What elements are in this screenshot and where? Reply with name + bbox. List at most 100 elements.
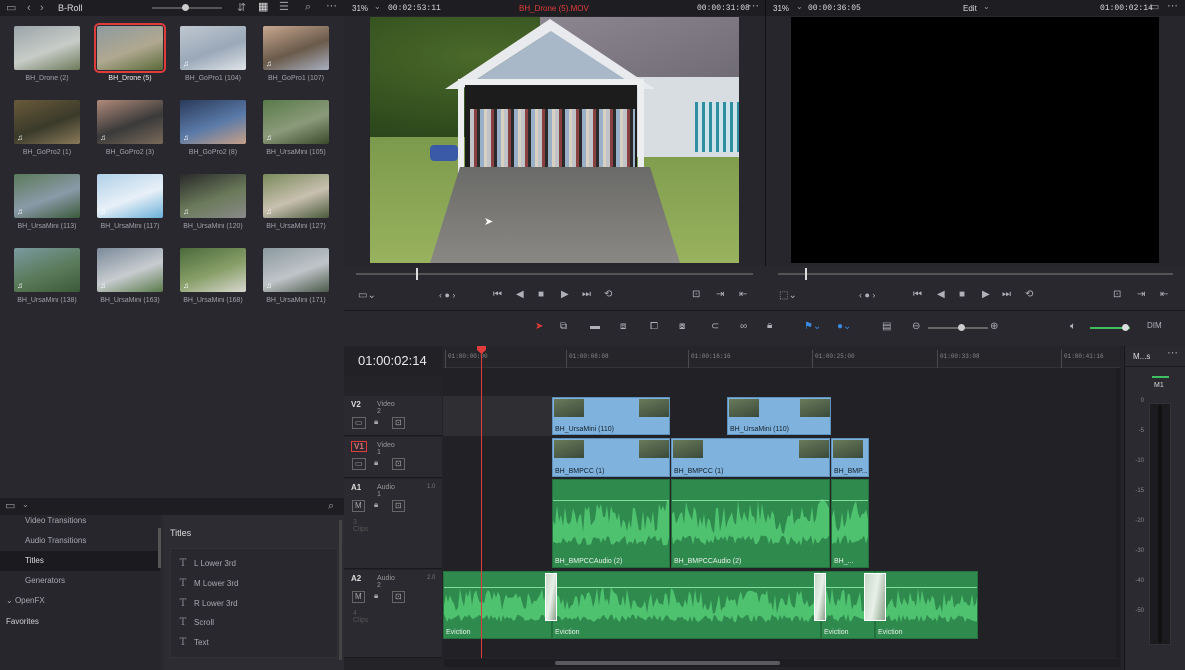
timeline-vscroll[interactable] bbox=[1116, 368, 1120, 658]
chevron-down-icon[interactable]: ⌄ bbox=[983, 3, 990, 11]
fx-generators[interactable]: Generators bbox=[0, 571, 160, 591]
audio-transition[interactable] bbox=[864, 573, 886, 621]
clip-thumbnail[interactable]: ♫ bbox=[263, 26, 329, 70]
dim-icon[interactable]: DIM bbox=[1147, 321, 1162, 330]
blade-tool-icon[interactable]: ▬ bbox=[590, 321, 600, 332]
mixer-fader-track[interactable] bbox=[1158, 405, 1162, 643]
favorites-header[interactable]: Favorites bbox=[6, 617, 39, 626]
play-reverse-icon[interactable]: ◀ bbox=[516, 289, 524, 300]
mark-in-icon[interactable]: ⇥ bbox=[716, 289, 724, 300]
title-r-lower-3rd[interactable]: T R Lower 3rd bbox=[172, 594, 336, 614]
zoom-in-icon[interactable]: ⊕ bbox=[990, 321, 998, 332]
loop-icon[interactable]: ⟲ bbox=[604, 289, 612, 300]
volume-icon[interactable]: 🔈︎ bbox=[1070, 321, 1076, 332]
track-id[interactable]: V1 bbox=[351, 441, 367, 452]
title-l-lower-3rd[interactable]: T L Lower 3rd bbox=[172, 554, 336, 574]
grid-view-icon[interactable]: ▦ bbox=[258, 2, 268, 13]
title-scroll[interactable]: T Scroll bbox=[172, 613, 336, 633]
audio-transition[interactable] bbox=[814, 573, 826, 621]
viewer-options-icon[interactable]: ⬚⌄ bbox=[779, 290, 797, 301]
video-clip[interactable]: BH_BMPCC (1) bbox=[671, 438, 830, 477]
track-enable-icon[interactable]: ⊡ bbox=[392, 458, 405, 470]
back-icon[interactable]: ‹ bbox=[27, 3, 31, 14]
title-m-lower-3rd[interactable]: T M Lower 3rd bbox=[172, 574, 336, 594]
trim-tool-icon[interactable]: ⧉ bbox=[560, 321, 567, 332]
audio-transition[interactable] bbox=[545, 573, 557, 621]
stop-icon[interactable]: ■ bbox=[959, 289, 965, 300]
stop-icon[interactable]: ■ bbox=[538, 289, 544, 300]
track-monitor-icon[interactable]: ▭ bbox=[352, 417, 366, 429]
clip-thumbnail[interactable]: ♫ bbox=[263, 174, 329, 218]
clip-thumbnail[interactable]: ♫ bbox=[14, 174, 80, 218]
slider-knob[interactable] bbox=[182, 4, 189, 11]
mixer-title[interactable]: M...s bbox=[1133, 352, 1150, 361]
track-enable-icon[interactable]: ⊡ bbox=[392, 417, 405, 429]
more-icon[interactable]: ⋯ bbox=[748, 1, 759, 12]
titles-scrollbar[interactable] bbox=[339, 520, 342, 660]
volume-line[interactable] bbox=[444, 586, 551, 588]
replace-clip-icon[interactable]: ⧇ bbox=[679, 321, 685, 332]
skip-forward-icon[interactable]: ⏭ bbox=[1002, 289, 1011, 300]
sort-icon[interactable]: ⇵ bbox=[237, 3, 246, 14]
track-id[interactable]: A2 bbox=[351, 574, 361, 583]
zoom-knob[interactable] bbox=[958, 324, 965, 331]
clip-thumbnail[interactable]: ♫ bbox=[263, 100, 329, 144]
clip-thumbnail[interactable]: ♫ bbox=[14, 248, 80, 292]
skip-back-icon[interactable]: ⏮ bbox=[493, 289, 502, 300]
snapping-icon[interactable]: ⊂ bbox=[711, 321, 719, 332]
timeline-view-icon[interactable]: ▤ bbox=[882, 321, 891, 332]
fx-audio-transitions[interactable]: Audio Transitions bbox=[0, 531, 160, 551]
volume-line[interactable] bbox=[672, 499, 829, 501]
timeline-video-frame[interactable] bbox=[791, 17, 1159, 263]
volume-knob[interactable] bbox=[1122, 324, 1129, 331]
clip-thumbnail[interactable]: ♫ bbox=[97, 174, 163, 218]
fx-video-transitions[interactable]: Video Transitions bbox=[0, 511, 160, 531]
search-icon[interactable]: ⌕ bbox=[328, 501, 334, 512]
openfx-header[interactable]: ⌄ OpenFX bbox=[6, 591, 45, 611]
clip-thumbnail[interactable] bbox=[94, 23, 166, 73]
more-icon[interactable]: ⋯ bbox=[1167, 1, 1178, 12]
clip-thumbnail[interactable]: ♫ bbox=[180, 100, 246, 144]
audio-clip[interactable]: Eviction bbox=[443, 571, 552, 639]
video-clip[interactable]: BH_BMPCC (1) bbox=[552, 438, 670, 477]
source-zoom[interactable]: 31% bbox=[352, 4, 368, 13]
timeline-viewer-mode[interactable]: Edit bbox=[963, 4, 977, 13]
play-reverse-icon[interactable]: ◀ bbox=[937, 289, 945, 300]
source-scrub-head[interactable] bbox=[416, 268, 418, 280]
search-icon[interactable]: ⌕ bbox=[305, 2, 311, 13]
play-icon[interactable]: ▶ bbox=[561, 289, 569, 300]
clip-thumbnail[interactable] bbox=[14, 26, 80, 70]
track-id[interactable]: V2 bbox=[351, 400, 361, 409]
marker-icon[interactable]: ●⌄ bbox=[837, 321, 851, 332]
mark-out-icon[interactable]: ⇤ bbox=[1160, 289, 1168, 300]
timeline-viewer-zoom[interactable]: 31% bbox=[773, 4, 789, 13]
timeline-scrub-head[interactable] bbox=[805, 268, 807, 280]
audio-clip[interactable]: BH_BMPCCAudio (2) bbox=[552, 479, 670, 568]
track-id[interactable]: A1 bbox=[351, 483, 361, 492]
clip-thumbnail[interactable]: ♫ bbox=[180, 26, 246, 70]
chevron-down-icon[interactable]: ⌄ bbox=[22, 501, 29, 509]
source-video-frame[interactable]: ➤ bbox=[370, 17, 739, 263]
insert-clip-icon[interactable]: ⧈ bbox=[620, 321, 626, 332]
track-enable-icon[interactable]: ⊡ bbox=[392, 500, 405, 512]
forward-icon[interactable]: › bbox=[40, 3, 44, 14]
track-lock-icon[interactable]: 🔒︎ bbox=[372, 500, 380, 510]
fx-titles[interactable]: Titles bbox=[0, 551, 160, 571]
volume-line[interactable] bbox=[553, 499, 669, 501]
jog-icon[interactable]: ‹ ● › bbox=[439, 290, 455, 300]
panel-toggle-icon[interactable]: ▭ bbox=[6, 3, 16, 14]
match-frame-icon[interactable]: ⊡ bbox=[1113, 289, 1121, 300]
clip-thumbnail[interactable]: ♫ bbox=[97, 100, 163, 144]
track-lock-icon[interactable]: 🔒︎ bbox=[372, 458, 380, 468]
video-clip[interactable]: BH_BMP... bbox=[831, 438, 869, 477]
playhead[interactable] bbox=[481, 350, 482, 658]
skip-back-icon[interactable]: ⏮ bbox=[913, 289, 922, 300]
loop-icon[interactable]: ⟲ bbox=[1025, 289, 1033, 300]
track-enable-icon[interactable]: ⊡ bbox=[392, 591, 405, 603]
lock-icon[interactable]: 🔒︎ bbox=[767, 320, 772, 331]
timeline-scrubber[interactable] bbox=[778, 273, 1173, 275]
timeline-scroll-thumb[interactable] bbox=[555, 661, 780, 665]
clip-thumbnail[interactable]: ♫ bbox=[263, 248, 329, 292]
mark-out-icon[interactable]: ⇤ bbox=[739, 289, 747, 300]
volume-line[interactable] bbox=[832, 499, 868, 501]
